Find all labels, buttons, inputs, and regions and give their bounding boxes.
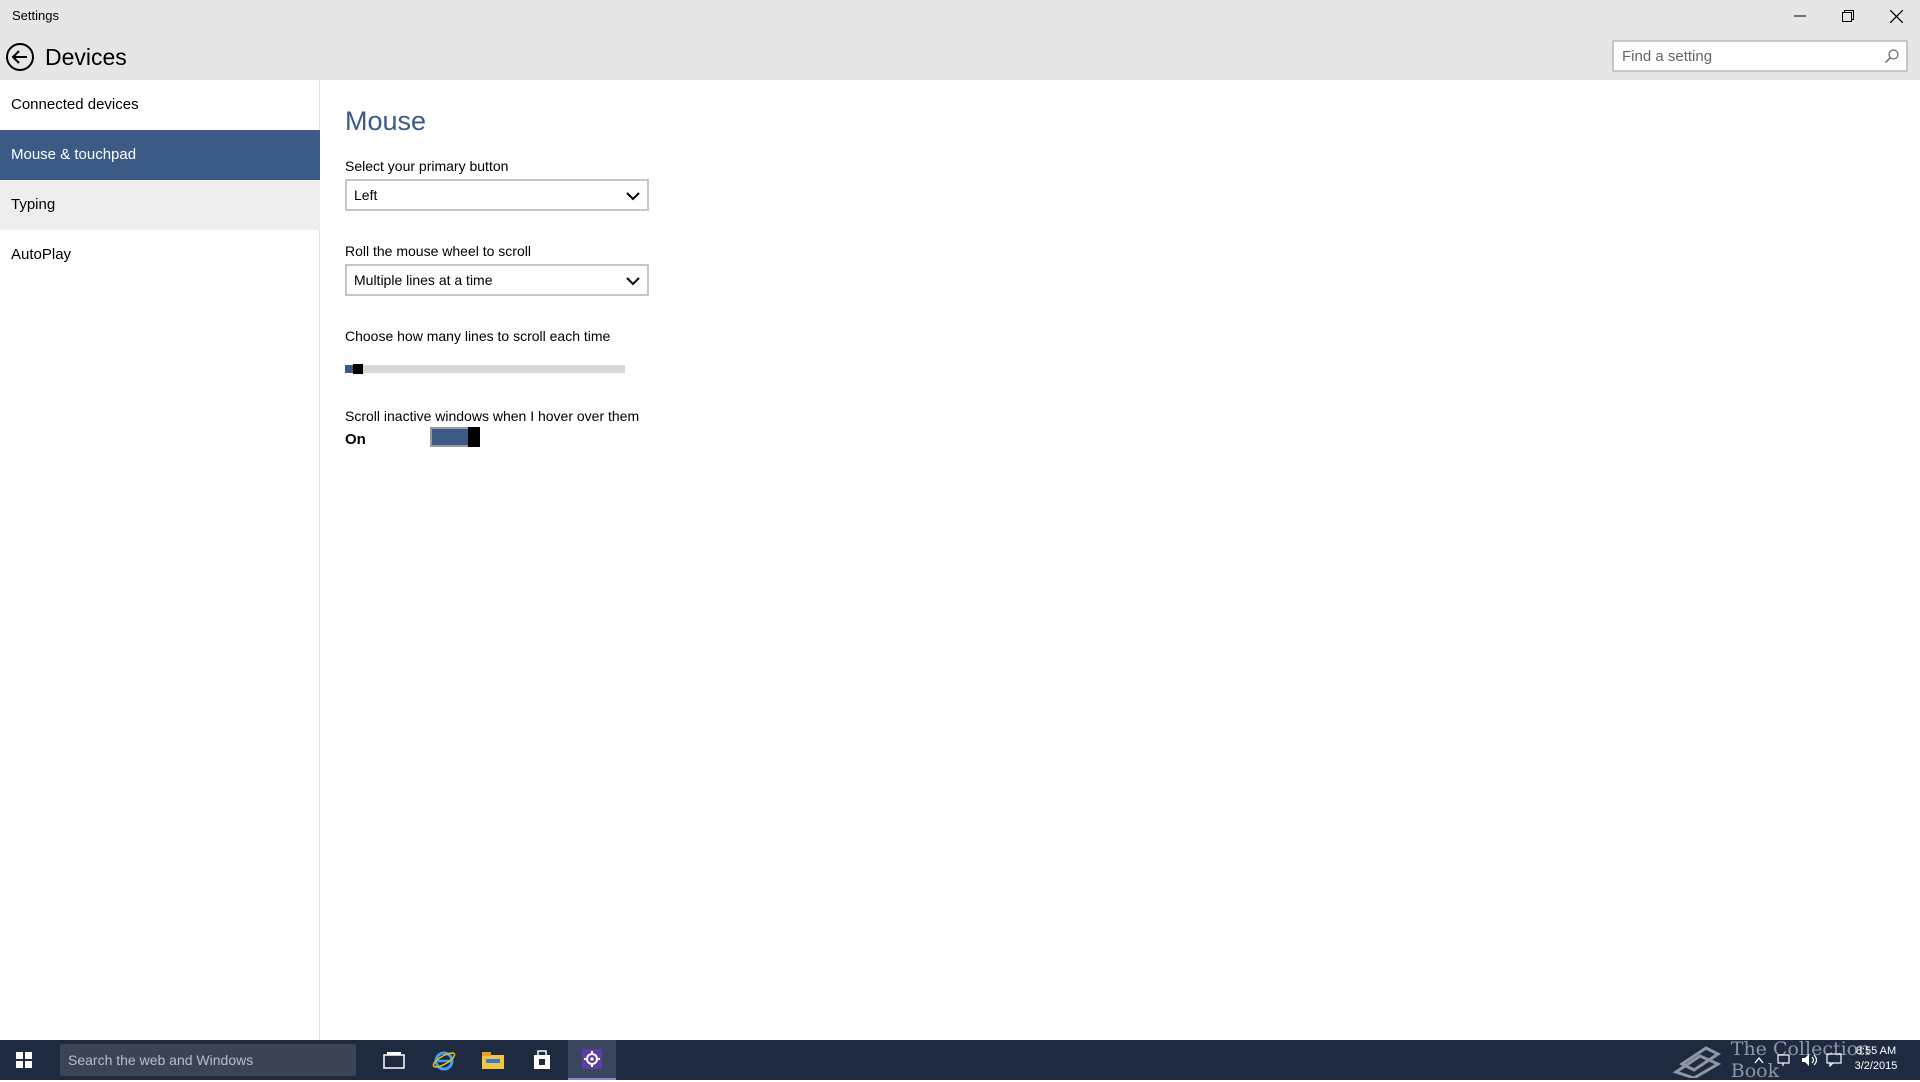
slider-fill [345, 365, 354, 373]
minimize-button[interactable] [1776, 0, 1824, 32]
inactive-scroll-toggle[interactable] [430, 427, 480, 447]
chevron-down-icon [626, 274, 640, 292]
toggle-knob [468, 427, 480, 447]
lines-slider[interactable] [345, 364, 625, 374]
header-bar: Devices [0, 32, 1920, 80]
primary-button-value: Left [354, 187, 378, 203]
wheel-scroll-label: Roll the mouse wheel to scroll [345, 243, 531, 259]
wheel-scroll-dropdown[interactable]: Multiple lines at a time [345, 264, 649, 296]
start-button[interactable] [0, 1040, 48, 1080]
settings-taskbar-icon[interactable] [568, 1040, 616, 1080]
window-title: Settings [12, 8, 59, 23]
title-bar: Settings [0, 0, 1920, 32]
search-box[interactable] [1612, 40, 1908, 72]
taskbar-clock[interactable]: 8:55 AM 3/2/2015 [1846, 1044, 1906, 1074]
back-arrow-icon [6, 43, 34, 71]
clock-date: 3/2/2015 [1854, 1060, 1898, 1072]
slider-thumb[interactable] [353, 364, 364, 374]
restore-button[interactable] [1824, 0, 1872, 32]
toggle-state-text: On [345, 431, 366, 448]
primary-button-dropdown[interactable]: Left [345, 179, 649, 211]
network-icon[interactable] [1772, 1040, 1796, 1080]
task-view-icon[interactable] [370, 1040, 418, 1080]
minimize-icon [1794, 15, 1806, 17]
inactive-scroll-label: Scroll inactive windows when I hover ove… [345, 408, 640, 424]
wheel-scroll-value: Multiple lines at a time [354, 272, 493, 288]
sidebar-item-autoplay[interactable]: AutoPlay [0, 230, 320, 280]
section-title: Mouse [345, 106, 427, 136]
page-title: Devices [45, 44, 127, 70]
volume-icon[interactable] [1798, 1040, 1822, 1080]
main-content: Mouse Select your primary button Left Ro… [321, 80, 1920, 1040]
sidebar-item-typing[interactable]: Typing [0, 180, 320, 230]
taskbar: Search the web and Windows The Collectio… [0, 1038, 1920, 1082]
primary-button-label: Select your primary button [345, 158, 509, 174]
chevron-down-icon [626, 189, 640, 207]
internet-explorer-icon[interactable] [420, 1040, 468, 1080]
action-center-icon[interactable] [1822, 1040, 1846, 1080]
lines-slider-label: Choose how many lines to scroll each tim… [345, 328, 611, 344]
chevron-up-icon [1754, 1056, 1764, 1064]
gear-icon [582, 1049, 602, 1069]
book-logo-icon [1672, 1046, 1721, 1078]
sidebar-item-connected-devices[interactable]: Connected devices [0, 80, 320, 130]
file-explorer-icon[interactable] [469, 1040, 517, 1080]
sidebar: Connected devices Mouse & touchpad Typin… [0, 80, 320, 1040]
close-button[interactable] [1872, 0, 1920, 32]
back-button[interactable] [5, 42, 35, 72]
taskbar-search-placeholder: Search the web and Windows [68, 1052, 254, 1068]
store-icon[interactable] [518, 1040, 566, 1080]
windows-logo-icon [16, 1052, 32, 1068]
clock-time: 8:55 AM [1855, 1045, 1897, 1057]
show-hidden-icons-button[interactable] [1748, 1040, 1770, 1080]
close-icon [1889, 9, 1903, 23]
search-icon[interactable] [1884, 48, 1900, 69]
sidebar-item-mouse-touchpad[interactable]: Mouse & touchpad [0, 130, 320, 180]
restore-icon [1842, 10, 1854, 22]
taskbar-search[interactable]: Search the web and Windows [60, 1044, 356, 1076]
search-input[interactable] [1622, 46, 1872, 66]
